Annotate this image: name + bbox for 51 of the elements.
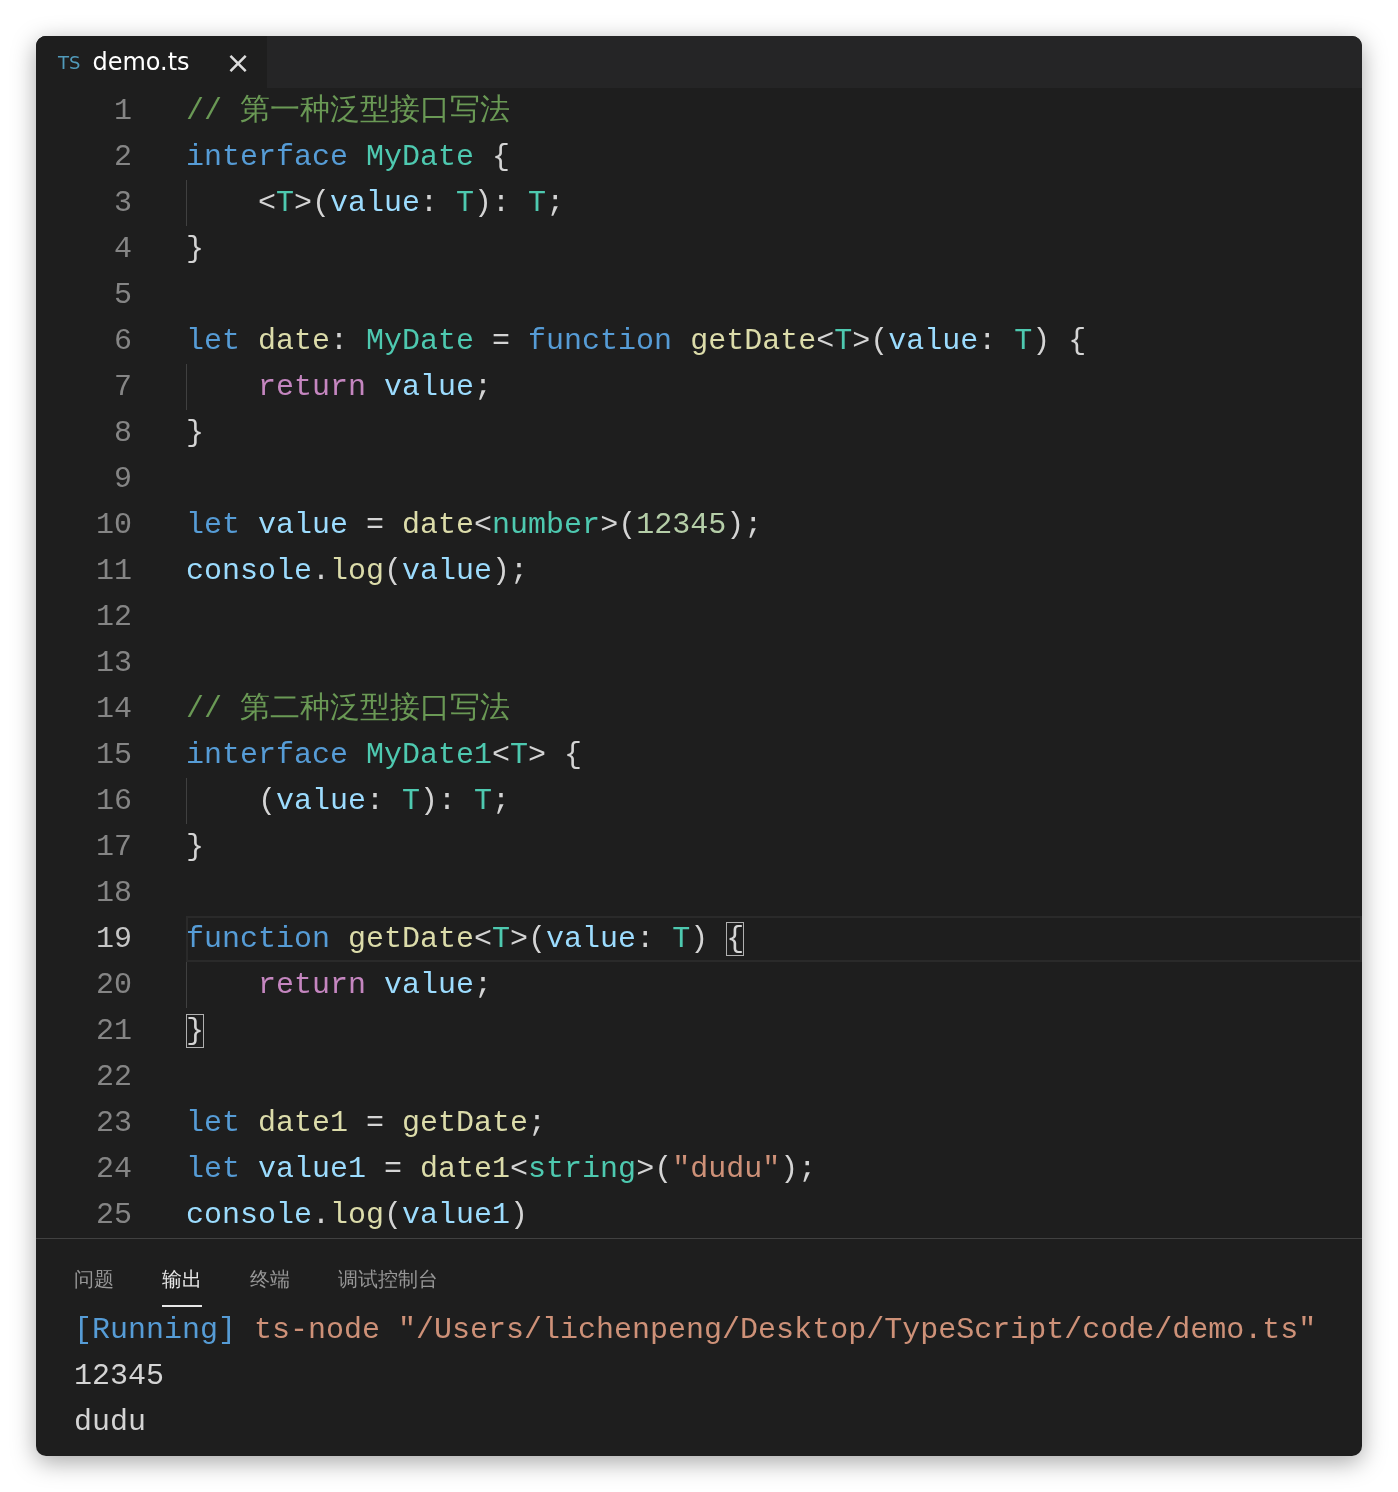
code-line: let value = date<number>(12345); (186, 507, 764, 544)
line-number: 5 (113, 278, 132, 312)
line-number: 10 (95, 508, 132, 542)
line-number: 8 (113, 416, 132, 450)
line-number: 6 (113, 324, 132, 358)
line-number: 3 (113, 186, 132, 220)
line-number: 9 (113, 462, 132, 496)
line-number: 25 (95, 1198, 132, 1232)
line-number: 18 (95, 876, 132, 910)
line-number: 22 (95, 1060, 132, 1094)
panel-tab[interactable]: 终端 (250, 1239, 290, 1307)
line-number: 17 (95, 830, 132, 864)
code-line: let date: MyDate = function getDate<T>(value: T) { (186, 323, 1088, 360)
code-line: console.log(value1) (186, 1197, 530, 1234)
code-line: console.log(value); (186, 553, 530, 590)
code-line: } (186, 415, 205, 452)
line-number: 12 (95, 600, 132, 634)
output-line: 12345 (74, 1358, 165, 1395)
line-number: 4 (113, 232, 132, 266)
panel-tab[interactable]: 输出 (162, 1239, 202, 1307)
line-number: 20 (95, 968, 132, 1002)
line-number: 1 (113, 94, 132, 128)
code-line: } (186, 829, 205, 866)
line-number: 15 (95, 738, 132, 772)
line-number: 11 (95, 554, 132, 588)
line-number: 23 (95, 1106, 132, 1140)
line-number: 14 (95, 692, 132, 726)
code-line: } (186, 1013, 206, 1050)
line-number: 16 (95, 784, 132, 818)
line-number: 21 (95, 1014, 132, 1048)
file-tab[interactable]: TS demo.ts × (36, 36, 267, 88)
code-line: // 第一种泛型接口写法 (186, 93, 511, 130)
panel-tab[interactable]: 问题 (74, 1239, 114, 1307)
line-number: 2 (113, 140, 132, 174)
close-icon[interactable]: × (225, 44, 251, 80)
line-number: 19 (95, 922, 132, 956)
code-line: interface MyDate { (186, 139, 512, 176)
code-line: function getDate<T>(value: T) { (186, 916, 1362, 962)
tab-label: demo.ts (92, 48, 190, 76)
output-line: dudu (74, 1404, 147, 1441)
code-line: interface MyDate1<T> { (186, 737, 584, 774)
line-number: 24 (95, 1152, 132, 1186)
panel-tab[interactable]: 调试控制台 (338, 1239, 438, 1307)
code-line: // 第二种泛型接口写法 (186, 691, 511, 728)
file-type-label: TS (58, 51, 81, 73)
line-number: 7 (113, 370, 132, 404)
code-line: let value1 = date1<string>("dudu"); (186, 1151, 818, 1188)
output-line: [Running] ts-node "/Users/lichenpeng/Desktop/TypeScript/code/demo.ts" (74, 1312, 1318, 1349)
code-line: } (186, 231, 205, 268)
code-line: let date1 = getDate; (186, 1105, 548, 1142)
line-number: 13 (95, 646, 132, 680)
